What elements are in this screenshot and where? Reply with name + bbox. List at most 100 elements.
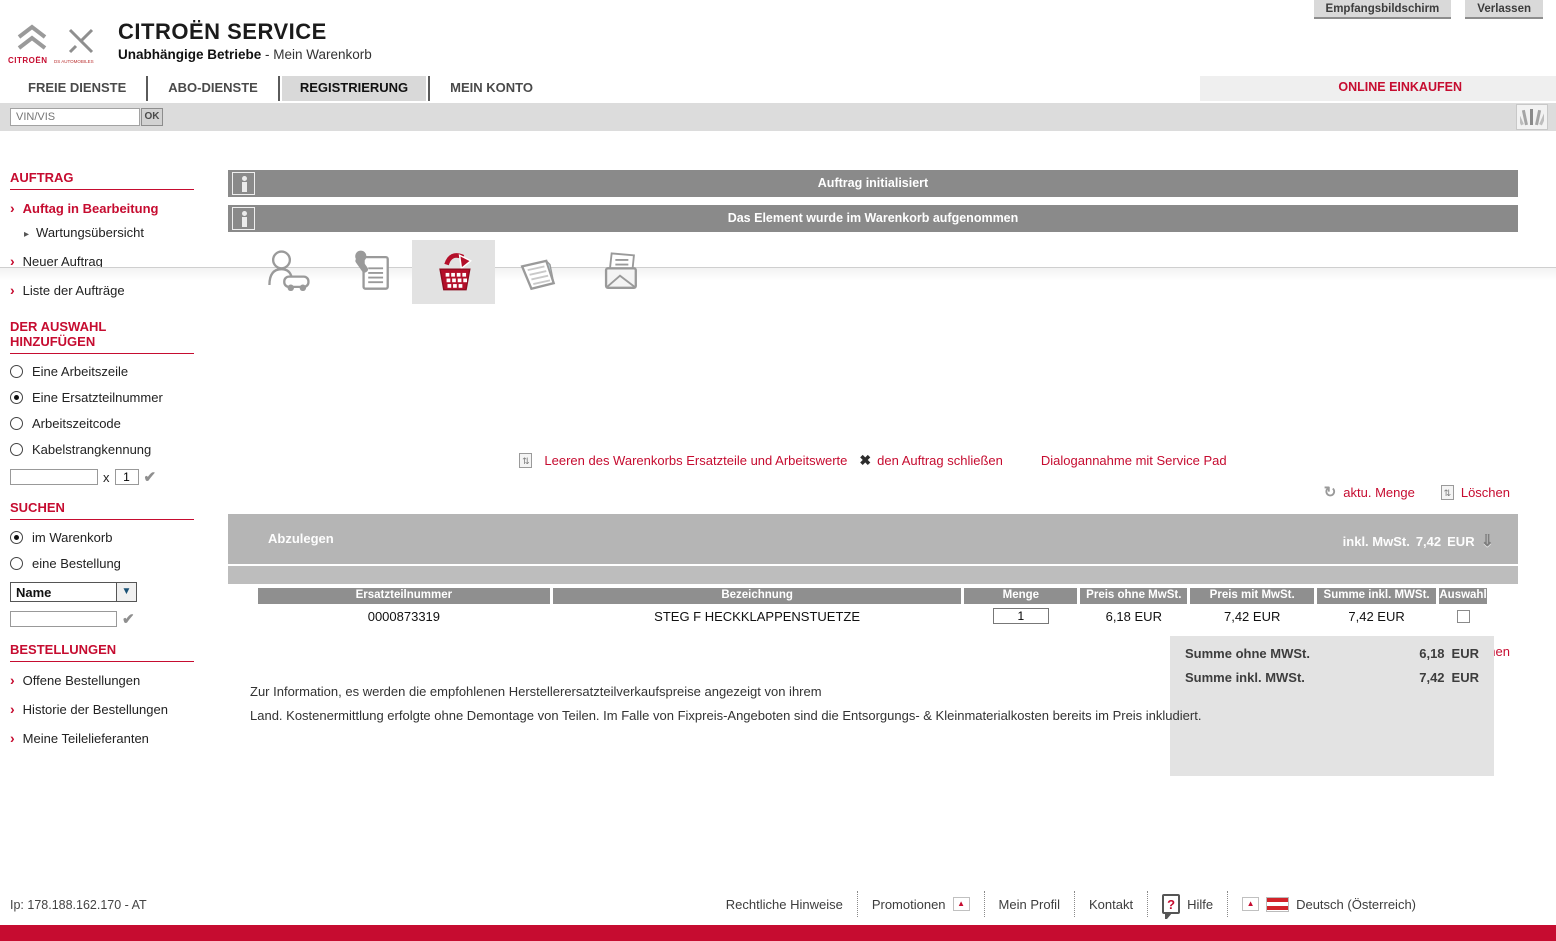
radio-arbeitszeitcode[interactable]: Arbeitszeitcode: [10, 416, 215, 431]
tab-freie-dienste[interactable]: FREIE DIENSTE: [10, 76, 144, 101]
tab-registrierung[interactable]: REGISTRIERUNG: [282, 76, 426, 101]
col-preis-mit-mwst: Preis mit MwSt.: [1190, 588, 1314, 604]
sidebar-item-offene-bestellungen[interactable]: › Offene Bestellungen: [10, 672, 215, 688]
profile-link[interactable]: Mein Profil: [985, 893, 1074, 916]
chevron-right-icon: ›: [10, 701, 15, 717]
total-currency: EUR: [1452, 646, 1479, 661]
radio-label: eine Bestellung: [32, 556, 121, 571]
leave-button[interactable]: Verlassen: [1465, 0, 1543, 19]
tab-abo-dienste[interactable]: ABO-DIENSTE: [150, 76, 276, 101]
empty-cart-link[interactable]: Leeren des Warenkorbs Ersatzteile und Ar…: [544, 453, 847, 468]
sidebar-item-auftrag-in-bearbeitung[interactable]: › Auftag in Bearbeitung: [10, 200, 215, 216]
total-value: 7,42: [1419, 670, 1444, 685]
triangle-right-icon: ▸: [24, 229, 29, 240]
subtitle-rest: - Mein Warenkorb: [261, 47, 372, 62]
vin-input[interactable]: [10, 108, 140, 126]
search-field-select[interactable]: Name ▼: [10, 582, 137, 602]
radio-icon: [10, 557, 23, 570]
step-appointment[interactable]: [495, 240, 578, 304]
promotions-link[interactable]: Promotionen ▲: [858, 893, 984, 916]
total-label: Summe ohne MWSt.: [1185, 646, 1419, 661]
radio-icon: [10, 443, 23, 456]
col-preis-ohne-mwst: Preis ohne MwSt.: [1080, 588, 1187, 604]
footer-link-label: Hilfe: [1187, 897, 1213, 912]
sidebar-item-wartungsuebersicht[interactable]: ▸ Wartungsübersicht: [24, 225, 215, 240]
radio-im-warenkorb[interactable]: im Warenkorb: [10, 530, 215, 545]
confirm-check-icon[interactable]: ✔: [122, 610, 135, 628]
service-pad-link[interactable]: Dialogannahme mit Service Pad: [1041, 453, 1227, 468]
footer-link-label: Rechtliche Hinweise: [726, 897, 843, 912]
row-select-checkbox[interactable]: [1457, 610, 1470, 623]
cart-sub-strip: [228, 566, 1518, 584]
part-qty-input[interactable]: [115, 469, 139, 485]
part-number-input[interactable]: [10, 469, 98, 485]
ip-address-label: Ip: 178.188.162.170 - AT: [10, 898, 147, 912]
sidebar-item-label: Offene Bestellungen: [23, 673, 141, 688]
step-basket[interactable]: [412, 240, 495, 304]
radio-label: Eine Arbeitszeile: [32, 364, 128, 379]
radio-eine-bestellung[interactable]: eine Bestellung: [10, 556, 215, 571]
tab-separator: [278, 76, 280, 101]
chevron-down-icon: ▼: [116, 583, 136, 601]
citroen-chevrons-icon: [12, 24, 52, 54]
radio-label: Eine Ersatzteilnummer: [32, 390, 163, 405]
nav-tabs: FREIE DIENSTE ABO-DIENSTE REGISTRIERUNG …: [10, 76, 551, 101]
confirm-check-icon[interactable]: ✔: [144, 468, 157, 486]
sidebar-heading-bestellungen: BESTELLUNGEN: [10, 642, 194, 662]
info-bar-text: Auftrag initialisiert: [228, 176, 1518, 190]
info-bar-text: Das Element wurde im Warenkorb aufgenomm…: [228, 211, 1518, 225]
step-customer-vehicle[interactable]: [246, 240, 329, 304]
reception-screen-button[interactable]: Empfangsbildschirm: [1314, 0, 1452, 19]
cart-bar-title: Abzulegen: [268, 531, 334, 546]
cell-part-number: 0000873319: [258, 604, 550, 628]
cart-action-links: ⇅ Leeren des Warenkorbs Ersatzteile und …: [228, 452, 1518, 469]
online-einkaufen-link[interactable]: ONLINE EINKAUFEN: [1338, 80, 1462, 94]
footer-links: Rechtliche Hinweise Promotionen ▲ Mein P…: [712, 890, 1430, 918]
tab-mein-konto[interactable]: MEIN KONTO: [432, 76, 551, 101]
parts-catalog-button[interactable]: [1516, 104, 1548, 130]
radio-kabelstrangkennung[interactable]: Kabelstrangkennung: [10, 442, 215, 457]
row-qty-input[interactable]: [993, 608, 1049, 624]
search-input[interactable]: [10, 611, 117, 627]
footer-link-label: Mein Profil: [999, 897, 1060, 912]
delete-link[interactable]: Löschen: [1461, 485, 1510, 500]
vin-ok-button[interactable]: OK: [141, 108, 163, 126]
sidebar-item-historie-der-bestellungen[interactable]: › Historie der Bestellungen: [10, 701, 215, 717]
language-expand-icon[interactable]: ▲: [1242, 897, 1259, 911]
tab-separator: [428, 76, 430, 101]
help-question-icon: ?: [1162, 894, 1180, 914]
sidebar-item-meine-teilelieferanten[interactable]: › Meine Teilelieferanten: [10, 730, 215, 746]
sidebar: AUFTRAG › Auftag in Bearbeitung ▸ Wartun…: [10, 170, 215, 759]
radio-icon: [10, 417, 23, 430]
sidebar-item-label: Auftag in Bearbeitung: [23, 201, 159, 216]
help-link[interactable]: ? Hilfe: [1148, 890, 1227, 918]
radio-label: im Warenkorb: [32, 530, 112, 545]
cell-price-incl: 7,42 EUR: [1190, 604, 1314, 628]
mail-icon: [594, 246, 646, 298]
info-bar-auftrag-initialisiert: Auftrag initialisiert: [228, 170, 1518, 197]
close-order-link[interactable]: den Auftrag schließen: [877, 453, 1003, 468]
radio-eine-arbeitszeile[interactable]: Eine Arbeitszeile: [10, 364, 215, 379]
catalog-book-icon: [1520, 107, 1544, 127]
note-line: Zur Information, es werden die empfohlen…: [250, 680, 1230, 704]
cell-sum-incl: 7,42 EUR: [1317, 604, 1436, 628]
language-selector[interactable]: ▲ Deutsch (Österreich): [1228, 893, 1430, 916]
chevron-right-icon: ›: [10, 672, 15, 688]
legal-link[interactable]: Rechtliche Hinweise: [712, 893, 857, 916]
update-qty-link[interactable]: aktu. Menge: [1343, 485, 1415, 500]
footer-link-label: Promotionen: [872, 897, 946, 912]
contact-link[interactable]: Kontakt: [1075, 893, 1147, 916]
search-entry-row: ✔: [10, 610, 215, 628]
radio-eine-ersatzteilnummer[interactable]: Eine Ersatzteilnummer: [10, 390, 215, 405]
austria-flag-icon: [1266, 897, 1289, 912]
sidebar-item-liste-der-auftraege[interactable]: › Liste der Aufträge: [10, 282, 215, 298]
tab-separator: [146, 76, 148, 101]
times-label: x: [103, 470, 110, 485]
promotions-expand-icon[interactable]: ▲: [953, 897, 970, 911]
close-order-x-icon: ✖: [859, 452, 871, 469]
step-work-items[interactable]: [329, 240, 412, 304]
step-mail[interactable]: [578, 240, 661, 304]
footer-red-bar: [0, 925, 1556, 941]
total-currency: EUR: [1452, 670, 1479, 685]
collapse-down-icon[interactable]: ⇓: [1481, 531, 1494, 551]
